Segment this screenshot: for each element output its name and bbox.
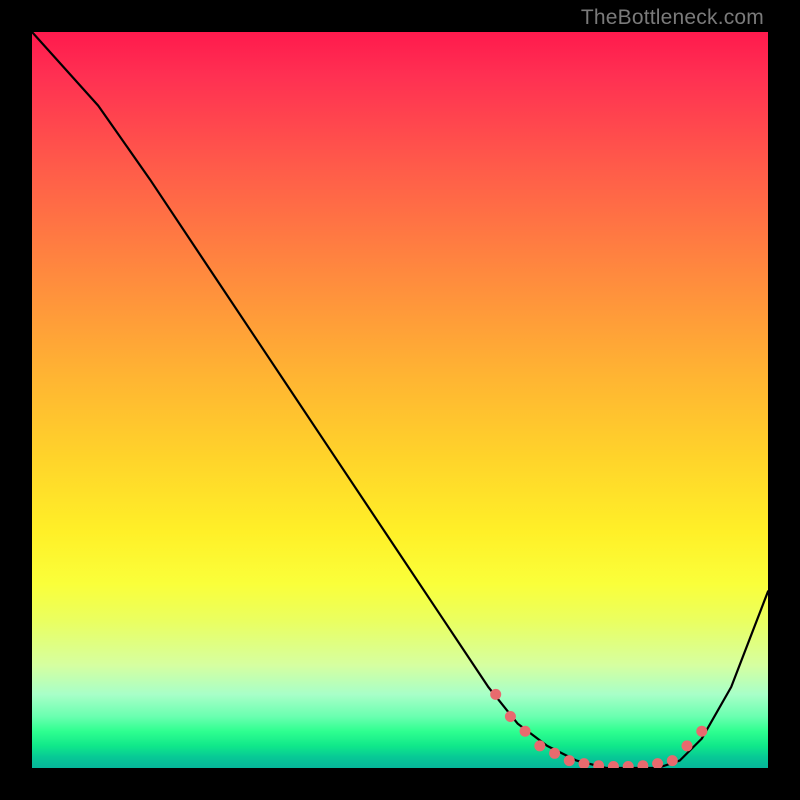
highlight-marker xyxy=(682,740,693,751)
highlight-marker xyxy=(696,726,707,737)
highlight-marker xyxy=(520,726,531,737)
highlight-marker xyxy=(579,758,590,768)
highlight-marker xyxy=(652,758,663,768)
highlight-marker xyxy=(505,711,516,722)
highlight-marker xyxy=(549,748,560,759)
highlight-marker xyxy=(608,761,619,768)
highlight-marker xyxy=(564,755,575,766)
highlight-marker xyxy=(490,689,501,700)
highlight-marker xyxy=(534,740,545,751)
curve-svg xyxy=(32,32,768,768)
chart-frame: TheBottleneck.com xyxy=(0,0,800,800)
highlight-marker xyxy=(667,755,678,766)
marker-group xyxy=(490,689,707,768)
bottleneck-curve xyxy=(32,32,768,768)
highlight-marker xyxy=(637,760,648,768)
highlight-marker xyxy=(623,761,634,768)
highlight-marker xyxy=(593,760,604,768)
plot-area xyxy=(32,32,768,768)
watermark-text: TheBottleneck.com xyxy=(581,6,764,30)
